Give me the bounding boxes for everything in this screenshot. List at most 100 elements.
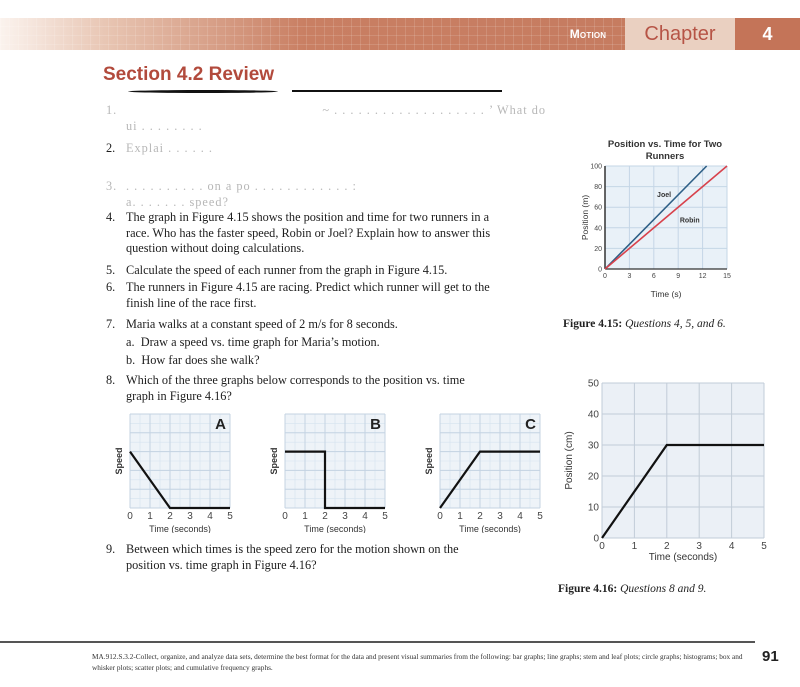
question-line: Explai . . . . . . — [126, 141, 213, 155]
question-7: 7. Maria walks at a constant speed of 2 … — [106, 317, 546, 333]
question-1: 1. ~ . . . . . . . . . . . . . . . . . .… — [106, 103, 546, 134]
graph-c-chart: 0 1 2 3 4 5 Time (seconds) Speed C — [424, 413, 543, 533]
y-tick-label: 50 — [588, 379, 600, 390]
y-tick-label: 60 — [594, 205, 602, 212]
series-label-robin: Robin — [680, 218, 700, 225]
y-tick-label: 20 — [588, 472, 600, 483]
x-tick-label: 0 — [437, 511, 443, 522]
graph-letter-label: A — [215, 416, 226, 433]
question-line: a. . . . . . . speed? — [126, 194, 229, 209]
question-line: ~ . . . . . . . . . . . . . . . . . . . … — [322, 103, 546, 117]
x-tick-label: 4 — [517, 511, 523, 522]
y-axis-label: Speed — [269, 447, 279, 474]
unit-label: Motion — [560, 18, 616, 50]
question-4: 4. The graph in Figure 4.15 shows the po… — [106, 210, 546, 257]
x-tick-label: 2 — [322, 511, 328, 522]
question-line: race. Who has the faster speed, Robin or… — [126, 225, 491, 240]
sub-question-text: How far does she walk? — [141, 353, 260, 367]
graph-letter-label: C — [525, 416, 536, 433]
x-tick-label: 5 — [761, 541, 767, 552]
question-7b: b. How far does she walk? — [126, 353, 260, 369]
x-tick-label: 5 — [227, 511, 233, 522]
x-tick-label: 3 — [187, 511, 193, 522]
question-line: question without doing calculations. — [126, 241, 305, 255]
question-number: 3. — [106, 179, 118, 193]
x-axis-label: Time (seconds) — [304, 524, 366, 533]
section-title: Section 4.2 Review — [103, 64, 275, 85]
x-tick-label: 3 — [627, 273, 631, 280]
graph-letter-label: B — [370, 416, 381, 433]
y-tick-label: 10 — [588, 503, 600, 514]
page-number: 91 — [762, 648, 779, 665]
question-3: 3. . . . . . . . . . . on a po . . . . .… — [106, 179, 546, 210]
question-line: position vs. time graph in Figure 4.16? — [126, 557, 317, 572]
question-number: 9. — [106, 542, 116, 556]
x-tick-label: 6 — [652, 273, 656, 280]
x-tick-label: 15 — [723, 273, 731, 280]
question-9: 9. Between which times is the speed zero… — [106, 542, 546, 573]
x-axis-label: Time (seconds) — [459, 524, 521, 533]
x-tick-label: 1 — [632, 541, 638, 552]
x-axis-label: Time (seconds) — [149, 524, 211, 533]
fig415-caption: Figure 4.15: Questions 4, 5, and 6. — [563, 318, 726, 330]
y-tick-label: 40 — [594, 225, 602, 232]
caption-text: Questions 4, 5, and 6. — [625, 318, 726, 330]
caption-text: Questions 8 and 9. — [620, 583, 707, 595]
y-axis-label: Position (cm) — [564, 431, 575, 489]
x-tick-label: 4 — [362, 511, 368, 522]
question-number: 5. — [106, 263, 116, 277]
x-tick-label: 1 — [457, 511, 463, 522]
x-axis-label: Time (s) — [651, 289, 682, 299]
x-tick-label: 1 — [147, 511, 153, 522]
caption-label: Figure 4.16: — [558, 583, 618, 595]
x-tick-label: 0 — [599, 541, 605, 552]
y-tick-label: 30 — [588, 441, 600, 452]
y-tick-label: 20 — [594, 246, 602, 253]
graph-b-chart: 0 1 2 3 4 5 Time (seconds) Speed B — [269, 413, 388, 533]
y-axis-label: Speed — [114, 447, 124, 474]
y-tick-label: 40 — [588, 410, 600, 421]
y-tick-label: 80 — [594, 184, 602, 191]
y-tick-label: 0 — [593, 534, 599, 545]
question-line: finish line of the race first. — [126, 295, 257, 310]
x-tick-label: 5 — [537, 511, 543, 522]
y-axis-label: Position (m) — [580, 195, 590, 241]
question-number: 2. — [106, 141, 116, 155]
sub-question-label: b. — [126, 353, 136, 367]
standards-footnote: MA.912.S.3.2-Collect, organize, and anal… — [92, 652, 743, 672]
question-number: 4. — [106, 210, 116, 224]
x-axis-label: Time (seconds) — [649, 552, 718, 563]
chapter-label: Chapter — [625, 18, 735, 50]
section-title-rule — [292, 90, 502, 92]
fig416-caption: Figure 4.16: Questions 8 and 9. — [558, 583, 706, 595]
x-tick-label: 2 — [167, 511, 173, 522]
fig416-chart: 0 1 2 3 4 501020304050Time (seconds)Position … — [564, 379, 767, 564]
footer-rule — [0, 641, 755, 643]
question-2: 2. Explai . . . . . . — [106, 141, 546, 157]
question-line: Maria walks at a constant speed of 2 m/s… — [126, 317, 398, 331]
sub-question-text: Draw a speed vs. time graph for Maria’s … — [140, 335, 380, 349]
x-tick-label: 0 — [127, 511, 133, 522]
x-tick-label: 1 — [302, 511, 308, 522]
x-tick-label: 4 — [207, 511, 213, 522]
question-line: . . . . . . . . . . on a po . . . . . . … — [126, 179, 357, 193]
question-line: The graph in Figure 4.15 shows the posit… — [126, 210, 490, 224]
question-number: 8. — [106, 373, 116, 387]
x-tick-label: 0 — [603, 273, 607, 280]
question-number: 7. — [106, 317, 116, 331]
question-line: Which of the three graphs below correspo… — [126, 373, 465, 387]
plot-area — [602, 383, 764, 538]
x-tick-label: 9 — [676, 273, 680, 280]
question-7a: a. Draw a speed vs. time graph for Maria… — [126, 335, 380, 351]
x-tick-label: 0 — [282, 511, 288, 522]
graph-a-chart: 0 1 2 3 4 5 Time (seconds) Speed A — [114, 413, 233, 533]
unit-label-text: Motion — [569, 27, 607, 41]
x-tick-label: 3 — [696, 541, 702, 552]
x-tick-label: 4 — [729, 541, 735, 552]
x-tick-label: 2 — [477, 511, 483, 522]
question-line: The runners in Figure 4.15 are racing. P… — [126, 280, 490, 294]
question-line: Between which times is the speed zero fo… — [126, 542, 459, 556]
question-5: 5. Calculate the speed of each runner fr… — [106, 263, 546, 279]
series-label-joel: Joel — [657, 192, 671, 199]
chapter-number: 4 — [735, 18, 800, 50]
